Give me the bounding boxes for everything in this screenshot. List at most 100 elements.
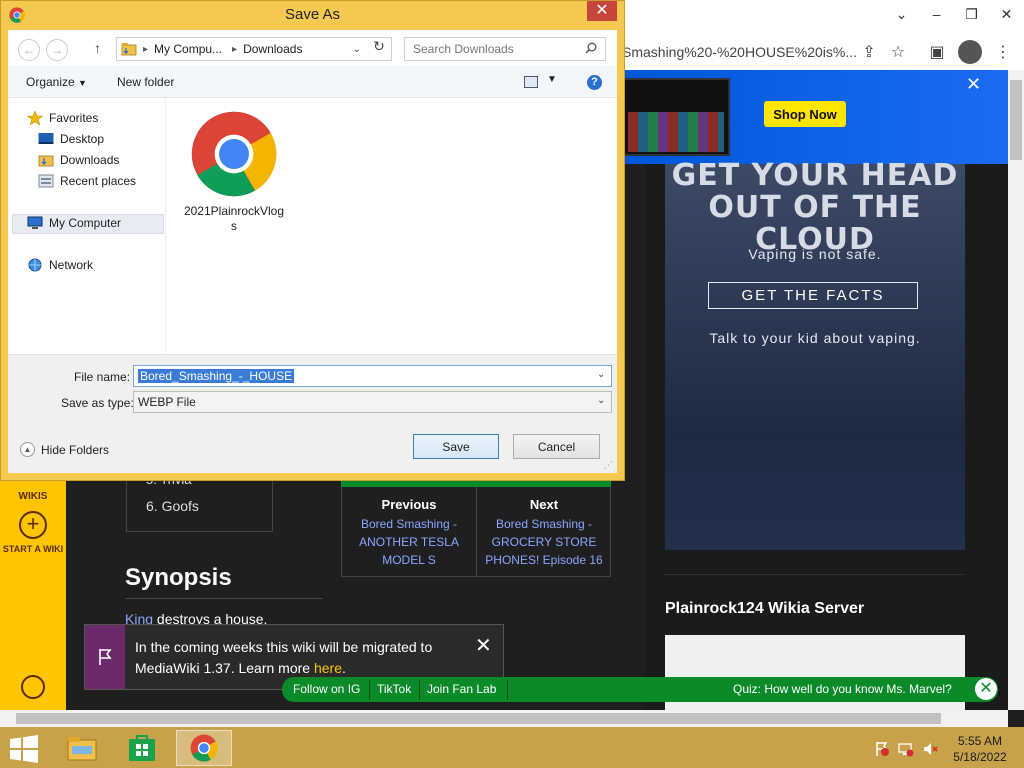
refresh-icon[interactable]: ↻ <box>368 38 390 60</box>
breadcrumb[interactable]: ▸ My Compu... ▸ Downloads ⌄ <box>116 37 392 61</box>
search-input[interactable]: Search Downloads <box>404 37 606 61</box>
back-arrow-icon[interactable]: ← <box>18 39 40 61</box>
wikis-link[interactable]: WIKIS <box>0 491 66 502</box>
restore-button[interactable]: ❐ <box>954 6 989 23</box>
chevron-down-icon[interactable]: ▼ <box>547 74 557 85</box>
help-icon[interactable]: ? <box>587 75 602 90</box>
divider <box>419 680 420 700</box>
minimize-button[interactable]: – <box>919 6 954 22</box>
shop-now-button[interactable]: Shop Now <box>764 101 846 127</box>
up-arrow-icon[interactable]: ↑ <box>94 40 101 56</box>
nav-item-recent-places[interactable]: Recent places <box>38 174 136 188</box>
ad-close-icon[interactable]: ✕ <box>966 74 981 95</box>
save-as-type-label: Save as type: <box>61 396 134 410</box>
windows-start-icon[interactable] <box>8 735 40 763</box>
toc-item-goofs[interactable]: 6. Goofs <box>146 498 199 514</box>
notice-close-icon[interactable]: ✕ <box>475 633 492 658</box>
chevron-down-icon[interactable]: ⌄ <box>597 369 605 380</box>
vertical-scrollbar[interactable] <box>1008 70 1024 710</box>
breadcrumb-downloads[interactable]: Downloads <box>243 42 302 56</box>
fan-bar-close-icon[interactable]: ✕ <box>975 678 997 700</box>
file-explorer-icon[interactable] <box>54 730 110 766</box>
share-icon[interactable]: ⇪ <box>858 42 880 64</box>
user-icon[interactable] <box>21 675 45 699</box>
desktop-icon <box>38 132 54 146</box>
notice-text: In the coming weeks this wiki will be mi… <box>135 637 465 679</box>
chevron-down-icon[interactable]: ⌄ <box>353 44 361 55</box>
dialog-title: Save As <box>284 6 341 23</box>
tiktok-link[interactable]: TikTok <box>377 682 411 696</box>
pane-splitter[interactable] <box>165 99 166 354</box>
volume-muted-icon[interactable] <box>922 741 938 757</box>
notice-here-link[interactable]: here <box>314 660 342 676</box>
divider <box>125 598 323 599</box>
nav-item-desktop[interactable]: Desktop <box>38 132 104 146</box>
nav-item-downloads[interactable]: Downloads <box>38 153 119 167</box>
vape-ad-subtitle: Vaping is not safe. <box>748 246 882 262</box>
chevron-down-icon[interactable]: ⌄ <box>597 395 605 406</box>
view-options-icon[interactable] <box>524 76 538 88</box>
new-folder-button[interactable]: New folder <box>117 75 174 89</box>
network-icon[interactable] <box>898 741 914 757</box>
chrome-file-icon[interactable] <box>190 110 278 198</box>
quiz-link[interactable]: Quiz: How well do you know Ms. Marvel? <box>733 682 952 696</box>
cancel-button[interactable]: Cancel <box>513 434 600 459</box>
clock-time[interactable]: 5:55 AM <box>950 734 1010 748</box>
organize-label: Organize <box>26 75 75 89</box>
dialog-close-button[interactable]: ✕ <box>587 1 617 21</box>
file-name-label: File name: <box>74 370 131 384</box>
vertical-scrollbar-thumb[interactable] <box>1010 80 1022 160</box>
organize-button[interactable]: Organize ▼ <box>26 75 87 89</box>
clock-date[interactable]: 5/18/2022 <box>950 750 1010 764</box>
close-window-button[interactable]: ✕ <box>989 6 1024 23</box>
follow-on-ig-link[interactable]: Follow on IG <box>293 682 360 696</box>
address-bar-url[interactable]: Smashing%20-%20HOUSE%20is%... <box>622 44 857 60</box>
browser-window-controls: ⌄ – ❐ ✕ <box>884 0 1024 28</box>
profile-avatar[interactable] <box>958 40 982 64</box>
save-as-type-select[interactable]: WEBP File <box>133 391 612 413</box>
forward-arrow-icon[interactable]: → <box>46 39 68 61</box>
store-icon[interactable] <box>114 730 170 766</box>
plus-icon[interactable]: + <box>19 511 47 539</box>
breadcrumb-my-computer[interactable]: My Compu... <box>154 42 222 56</box>
nav-label: Downloads <box>60 153 120 167</box>
ad-tv-screen <box>628 112 724 152</box>
search-placeholder: Search Downloads <box>413 42 514 56</box>
menu-dots-icon[interactable]: ⋮ <box>992 42 1014 64</box>
notice-body: In the coming weeks this wiki will be mi… <box>135 639 433 676</box>
nav-label: Recent places <box>60 174 137 188</box>
divider <box>507 680 508 700</box>
next-label: Next <box>529 497 559 512</box>
hide-folders-label: Hide Folders <box>41 442 110 457</box>
star-icon <box>26 110 44 126</box>
save-button[interactable]: Save <box>413 434 499 459</box>
next-episode-link[interactable]: Bored Smashing - GROCERY STORE PHONES! E… <box>477 515 611 569</box>
previous-label: Previous <box>381 497 437 512</box>
resize-grip-icon[interactable]: ⋰ <box>604 460 614 470</box>
start-a-wiki-link[interactable]: START A WIKI <box>0 543 66 555</box>
server-title: Plainrock124 Wikia Server <box>665 600 865 617</box>
tab-search-button[interactable]: ⌄ <box>884 6 919 23</box>
file-item-label[interactable]: 2021PlainrockVlogs <box>182 204 286 234</box>
bookmark-star-icon[interactable]: ☆ <box>887 42 909 64</box>
recent-places-icon <box>38 174 54 188</box>
side-panel-icon[interactable]: ▣ <box>926 42 948 64</box>
nav-item-favorites[interactable]: Favorites <box>26 110 99 126</box>
horizontal-scrollbar-thumb[interactable] <box>16 713 941 724</box>
network-globe-icon <box>27 258 43 272</box>
nav-label: My Computer <box>49 216 122 230</box>
flag-icon <box>85 625 125 689</box>
join-fan-lab-link[interactable]: Join Fan Lab <box>427 682 496 696</box>
action-center-icon[interactable] <box>874 741 890 757</box>
file-name-value: Bored_Smashing_-_HOUSE <box>138 369 295 383</box>
vape-ad-talk-text: Talk to your kid about vaping. <box>709 330 921 346</box>
nav-label: Favorites <box>49 111 99 125</box>
chrome-taskbar-icon[interactable] <box>176 730 232 766</box>
hide-folders-button[interactable]: ▲ Hide Folders <box>20 442 109 457</box>
previous-episode-link[interactable]: Bored Smashing - ANOTHER TESLA MODEL S <box>342 515 476 569</box>
nav-item-network[interactable]: Network <box>27 258 93 272</box>
get-the-facts-button[interactable]: GET THE FACTS <box>708 282 918 309</box>
synopsis-heading: Synopsis <box>125 564 232 591</box>
nav-item-my-computer[interactable]: My Computer <box>27 216 121 230</box>
file-name-input[interactable]: Bored_Smashing_-_HOUSE <box>133 365 612 387</box>
